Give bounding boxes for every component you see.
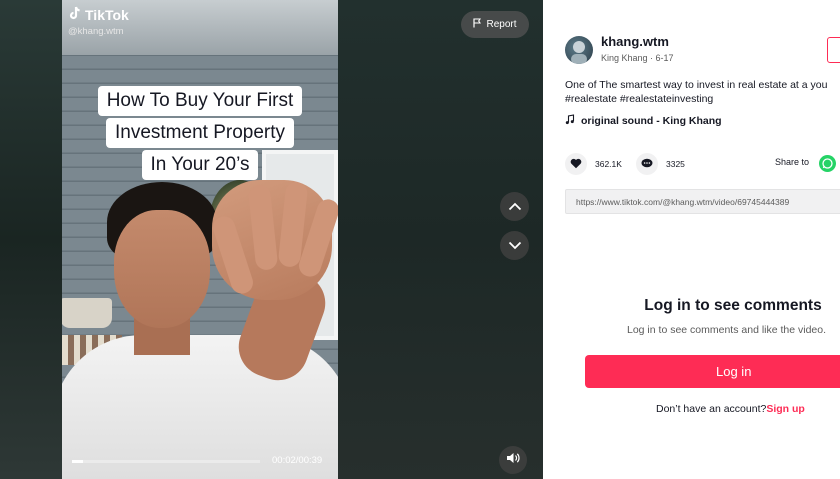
caption-line: How To Buy Your First — [97, 86, 303, 116]
volume-button[interactable] — [499, 446, 527, 474]
sound-label: original sound - King Khang — [581, 115, 722, 127]
share-label: Share to — [775, 157, 810, 167]
login-button-label: Log in — [716, 364, 752, 379]
sound-link[interactable]: original sound - King Khang — [565, 114, 722, 128]
watermark-brand: TikTok — [85, 7, 129, 23]
chevron-down-icon — [508, 237, 522, 255]
caption-line: In Your 20’s — [141, 150, 259, 180]
video-time: 00:02/00:39 — [272, 455, 323, 466]
video-caption: How To Buy Your First Investment Propert… — [82, 86, 318, 180]
signup-prompt: Don’t have an account?Sign up — [656, 403, 805, 415]
signup-link[interactable]: Sign up — [766, 403, 805, 415]
details-panel: khang.wtm King Khang · 6-17 One of The s… — [543, 0, 840, 479]
follow-button[interactable] — [827, 37, 840, 63]
video-progress-fill — [72, 460, 84, 463]
tiktok-logo-icon — [68, 6, 82, 24]
post-hashtags[interactable]: #realestate #realestateinvesting — [565, 93, 713, 105]
report-label: Report — [486, 19, 517, 30]
login-heading: Log in to see comments — [644, 297, 822, 314]
heart-icon — [570, 158, 582, 171]
video-person-face — [114, 210, 210, 328]
caption-line: Investment Property — [105, 118, 295, 148]
video-link-field[interactable]: https://www.tiktok.com/@khang.wtm/video/… — [565, 189, 840, 214]
video-progress-bar[interactable] — [72, 460, 260, 463]
music-note-icon — [565, 114, 575, 128]
report-button[interactable]: Report — [461, 11, 529, 38]
flag-icon — [473, 18, 482, 31]
chevron-up-icon — [508, 198, 522, 216]
comment-stat[interactable]: 3325 — [636, 153, 685, 175]
like-count: 362.1K — [595, 159, 622, 169]
video-scene-planter — [62, 298, 112, 328]
signup-prompt-text: Don’t have an account? — [656, 403, 767, 415]
watermark: TikTok @khang.wtm — [68, 6, 129, 37]
comment-count: 3325 — [666, 159, 685, 169]
volume-icon — [506, 451, 520, 469]
author-meta: King Khang · 6-17 — [601, 53, 674, 63]
author-info: khang.wtm King Khang · 6-17 — [601, 34, 674, 63]
like-button[interactable] — [565, 153, 587, 175]
like-stat[interactable]: 362.1K — [565, 153, 622, 175]
avatar[interactable] — [565, 36, 593, 64]
comment-icon — [641, 158, 653, 171]
comment-button[interactable] — [636, 153, 658, 175]
previous-video-button[interactable] — [500, 192, 529, 221]
watermark-handle: @khang.wtm — [68, 26, 124, 37]
next-video-button[interactable] — [500, 231, 529, 260]
video-stage: How To Buy Your First Investment Propert… — [0, 0, 543, 479]
login-button[interactable]: Log in — [585, 355, 840, 388]
author-username[interactable]: khang.wtm — [601, 34, 674, 49]
post-description: One of The smartest way to invest in rea… — [565, 79, 828, 91]
whatsapp-icon[interactable] — [819, 155, 836, 172]
video-player[interactable] — [62, 0, 338, 479]
blurred-backdrop-left — [0, 0, 62, 479]
login-subtitle: Log in to see comments and like the vide… — [627, 324, 827, 336]
